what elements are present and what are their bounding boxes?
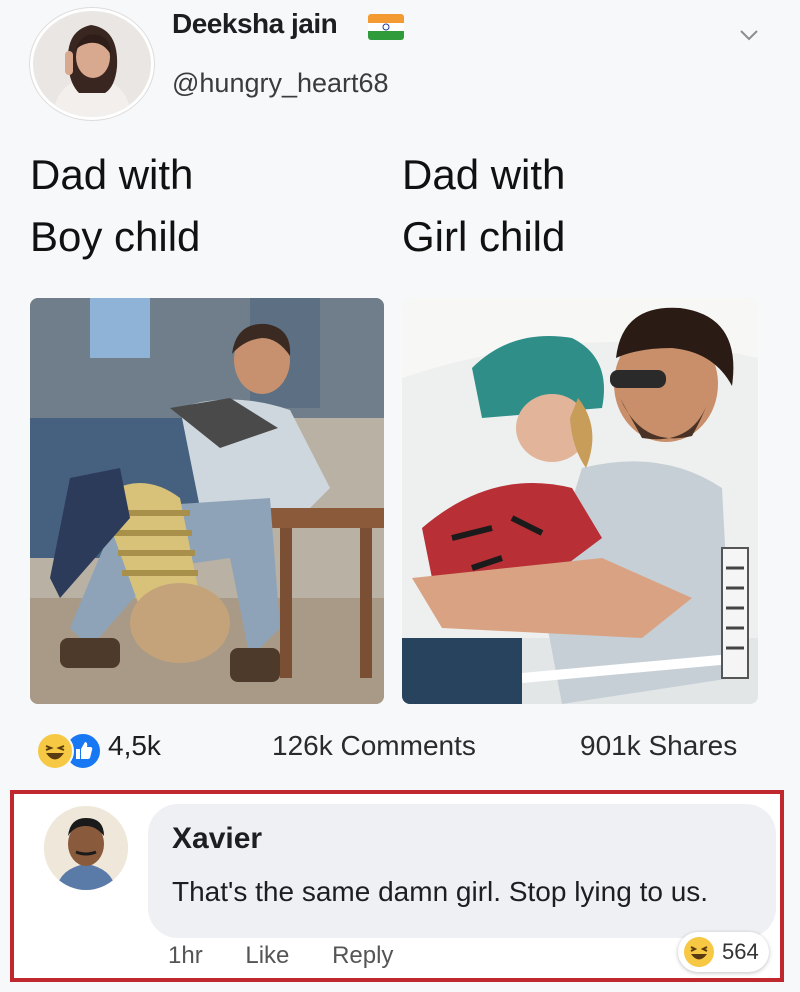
comment-reaction-count: 564 [722,939,759,964]
photo-dad-with-boy[interactable] [30,298,384,704]
caption-left-line-1: Dad with [30,151,194,198]
commenter-name[interactable]: Xavier [172,822,262,856]
caption-right: Dad with Girl child [402,144,565,268]
comment-reaction-badge[interactable]: 564 [678,932,769,972]
caption-left: Dad with Boy child [30,144,200,268]
chevron-down-icon[interactable] [738,24,760,46]
comment-reply-button[interactable]: Reply [332,942,393,969]
author-avatar[interactable] [30,8,154,120]
highlighted-comment: Xavier That's the same damn girl. Stop l… [10,790,784,982]
author-name[interactable]: Deeksha jain [172,8,338,40]
caption-right-line-1: Dad with [402,151,566,198]
shares-count[interactable]: 901k Shares [580,730,737,762]
comment-time: 1hr [168,942,203,969]
comment-like-button[interactable]: Like [245,942,289,969]
haha-reaction-icon [684,937,714,967]
caption-left-line-2: Boy child [30,213,201,260]
comments-count[interactable]: 126k Comments [272,730,476,762]
haha-reaction-icon[interactable] [36,732,74,770]
comment-bubble: Xavier That's the same damn girl. Stop l… [148,804,776,938]
india-flag-icon [368,14,404,40]
commenter-avatar[interactable] [44,806,128,890]
comment-text: That's the same damn girl. Stop lying to… [172,876,709,907]
caption-right-line-2: Girl child [402,213,566,260]
post-card: Deeksha jain @hungry_heart68 Dad with Bo… [0,0,800,992]
reactions-count[interactable]: 4,5k [108,730,161,762]
author-handle[interactable]: @hungry_heart68 [172,68,389,99]
post-stats: 4,5k 126k Comments 901k Shares [0,720,800,780]
photo-dad-with-girl[interactable] [402,298,758,704]
comment-actions: 1hr Like Reply [168,942,429,970]
